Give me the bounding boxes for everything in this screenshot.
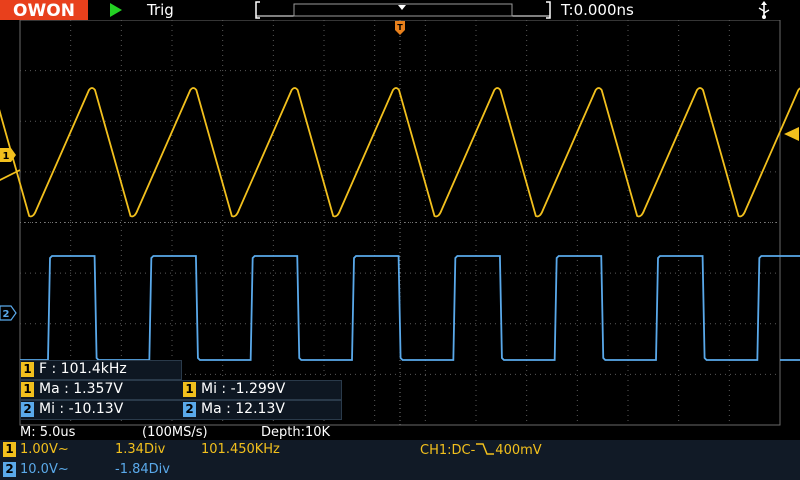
- badge-ch2: 2: [21, 401, 34, 417]
- trigger-level-marker[interactable]: [784, 127, 799, 141]
- acquisition-status: M: 5.0us (100MS/s) Depth:10K: [0, 425, 800, 440]
- ch2-position-marker[interactable]: 2: [0, 305, 17, 321]
- trigger-setting[interactable]: CH1:DC- 400mV: [420, 442, 542, 458]
- owon-logo: OWON: [0, 0, 88, 20]
- sample-rate-readout: (100MS/s): [142, 425, 208, 440]
- badge-ch2: 2: [3, 462, 16, 477]
- trigger-time-readout: T:0.000ns: [561, 1, 634, 19]
- measure-text: F : 101.4kHz: [39, 361, 127, 377]
- svg-text:T: T: [397, 23, 403, 32]
- measure-row-1: 1 Ma : 1.357V 1 Mi : -1.299V: [20, 380, 342, 400]
- badge-ch1: 1: [21, 381, 34, 397]
- badge-ch1: 1: [183, 381, 196, 397]
- record-depth-readout[interactable]: Depth:10K: [261, 425, 330, 440]
- rising-edge-icon: [476, 443, 495, 455]
- timebase-readout[interactable]: M: 5.0us: [20, 425, 75, 440]
- measure-text: Mi : -1.299V: [201, 381, 286, 397]
- channel-status-bar: 1 1.00V~ 1.34Div 101.450KHz CH1:DC- 400mV…: [0, 440, 800, 480]
- ch1-scale: 1.00V~: [20, 442, 69, 457]
- badge-ch1: 1: [3, 442, 16, 457]
- measure-ch2-max[interactable]: 2 Ma : 12.13V: [183, 401, 285, 417]
- svg-text:OWON: OWON: [13, 1, 75, 20]
- memory-position-bar[interactable]: [254, 0, 552, 20]
- run-state-icon[interactable]: [109, 3, 123, 17]
- measure-ch2-min[interactable]: 2 Mi : -10.13V: [21, 401, 123, 417]
- measure-frequency[interactable]: 1 F : 101.4kHz: [20, 360, 182, 380]
- badge-ch1: 1: [21, 361, 34, 377]
- usb-icon: [758, 1, 770, 19]
- measure-text: Ma : 12.13V: [201, 401, 285, 417]
- ch1-position: 1.34Div: [115, 442, 166, 457]
- svg-text:2: 2: [3, 309, 10, 320]
- measure-ch1-max[interactable]: 1 Ma : 1.357V: [21, 381, 123, 397]
- trigger-level: 400mV: [495, 443, 542, 458]
- top-bar: OWON Trig T:0.000ns: [0, 0, 800, 22]
- ch1-frequency: 101.450KHz: [201, 442, 280, 457]
- trigger-position-marker[interactable]: T: [395, 21, 405, 35]
- ch2-scale: 10.0V~: [20, 462, 69, 477]
- trigger-status: Trig: [147, 1, 174, 19]
- ch2-status-row[interactable]: 2 10.0V~ -1.84Div: [0, 460, 800, 480]
- badge-ch2: 2: [183, 401, 196, 417]
- ch1-status-row[interactable]: 1 1.00V~ 1.34Div 101.450KHz CH1:DC- 400mV: [0, 440, 800, 460]
- measure-text: Ma : 1.357V: [39, 381, 123, 397]
- ch2-waveform: [20, 255, 800, 361]
- measure-ch1-min[interactable]: 1 Mi : -1.299V: [183, 381, 285, 397]
- measure-row-2: 2 Mi : -10.13V 2 Ma : 12.13V: [20, 400, 342, 420]
- svg-text:1: 1: [3, 151, 10, 162]
- measure-text: Mi : -10.13V: [39, 401, 124, 417]
- ch2-position: -1.84Div: [115, 462, 170, 477]
- trigger-source: CH1:DC-: [420, 443, 476, 458]
